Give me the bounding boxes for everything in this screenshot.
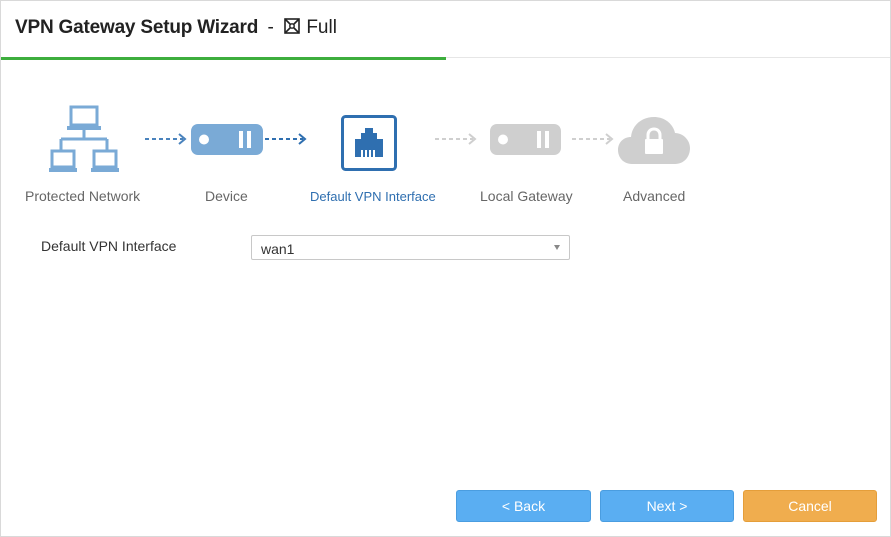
step-label-protected-network: Protected Network [25,188,141,204]
arrow-connector-icon [435,132,479,146]
vpn-full-icon [283,17,301,35]
wizard-progress-bar [1,57,446,60]
step-label-default-vpn-interface: Default VPN Interface [310,189,436,204]
device-icon [191,124,263,155]
step-label-local-gateway: Local Gateway [480,188,573,204]
step-label-advanced: Advanced [623,188,686,204]
wizard-dialog: VPN Gateway Setup Wizard - Full Protecte… [0,0,891,537]
back-button[interactable]: < Back [456,490,591,522]
ethernet-port-icon [341,115,397,171]
step-label-device: Device [205,188,248,204]
cancel-button[interactable]: Cancel [743,490,877,522]
arrow-connector-icon [145,132,189,146]
gateway-device-icon [490,124,561,155]
arrow-connector-icon [572,132,616,146]
dialog-title: VPN Gateway Setup Wizard - Full [15,17,337,39]
dialog-header: VPN Gateway Setup Wizard - Full [1,1,890,58]
wizard-mode: Full [306,17,337,38]
arrow-connector-icon [265,132,309,146]
chevron-down-icon [554,245,560,250]
title-separator: - [267,17,274,38]
default-vpn-interface-label: Default VPN Interface [41,238,177,254]
selected-interface-value: wan1 [261,241,295,257]
next-button[interactable]: Next > [600,490,734,522]
network-icon [49,105,119,177]
wizard-title: VPN Gateway Setup Wizard [15,17,259,38]
default-vpn-interface-select[interactable]: wan1 [251,235,570,260]
cloud-lock-icon [618,115,690,165]
